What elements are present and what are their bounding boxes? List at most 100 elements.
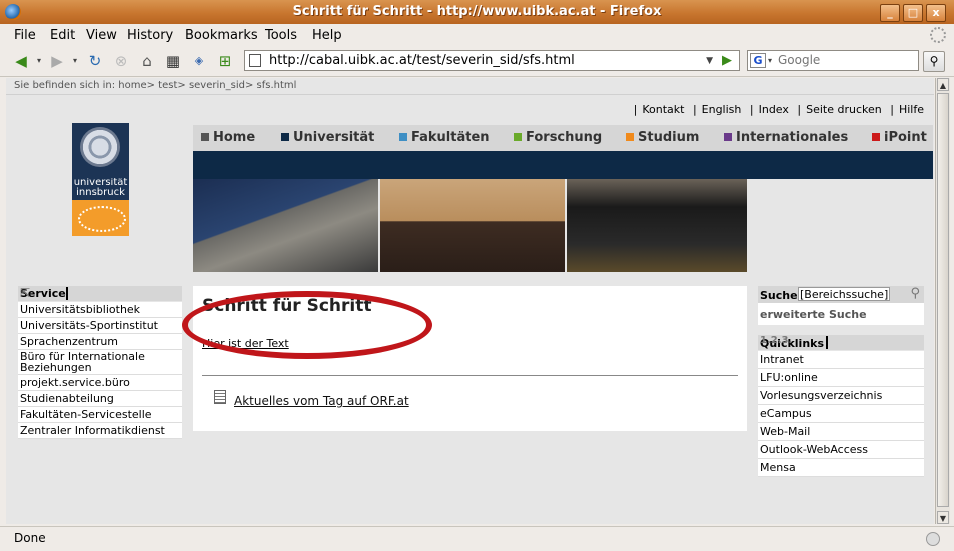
- search-label: Suche: [760, 289, 798, 302]
- tag-icon[interactable]: ◈: [190, 52, 208, 70]
- firefox-window: Schritt für Schritt - http://www.uibk.ac…: [0, 0, 954, 551]
- security-icon: [926, 532, 940, 546]
- menu-bookmarks[interactable]: Bookmarks: [185, 28, 258, 43]
- logo-seal-area: [72, 123, 129, 178]
- toplink-help[interactable]: Hilfe: [899, 103, 924, 116]
- throbber-icon: [930, 27, 946, 43]
- nav-universitaet[interactable]: Universität: [281, 130, 374, 145]
- toplink-print[interactable]: Seite drucken: [806, 103, 882, 116]
- magnifier-icon: ⚲: [929, 54, 939, 68]
- nav-label: Forschung: [526, 130, 603, 145]
- service-item[interactable]: Universitätsbibliothek: [18, 302, 182, 318]
- toplink-kontakt[interactable]: Kontakt: [642, 103, 684, 116]
- logo-ornament: [72, 200, 129, 236]
- nav-home[interactable]: Home: [201, 130, 255, 145]
- nav-fakultaeten[interactable]: Fakultäten: [399, 130, 490, 145]
- search-icon[interactable]: ⚲: [910, 286, 920, 301]
- scroll-down-icon[interactable]: ▼: [937, 511, 949, 524]
- extended-search-link[interactable]: erweiterte Suche: [760, 308, 867, 321]
- maximize-button[interactable]: □: [903, 4, 923, 22]
- menu-file[interactable]: File: [14, 28, 36, 43]
- scroll-thumb[interactable]: [937, 93, 949, 507]
- close-button[interactable]: x: [926, 4, 946, 22]
- quicklink-item[interactable]: Mensa: [758, 459, 924, 477]
- quicklinks-list: Intranet LFU:online Vorlesungsverzeichni…: [758, 351, 924, 477]
- menu-view[interactable]: View: [86, 28, 117, 43]
- separator: |: [797, 103, 802, 116]
- service-item[interactable]: Fakultäten-Servicestelle: [18, 407, 182, 423]
- square-icon: [626, 133, 634, 141]
- divider: [202, 375, 738, 376]
- nav-forschung[interactable]: Forschung: [514, 130, 602, 145]
- quicklink-item[interactable]: Vorlesungsverzeichnis: [758, 387, 924, 405]
- page-favicon-icon: [249, 54, 261, 67]
- grid-icon[interactable]: ▦: [164, 52, 182, 70]
- square-icon: [514, 133, 522, 141]
- engine-dropdown-icon[interactable]: ▾: [768, 56, 772, 65]
- url-history-dropdown-icon[interactable]: ▼: [706, 56, 713, 66]
- quicklinks-header: Quicklinks 1.2.3.: [758, 335, 924, 350]
- extended-search[interactable]: erweiterte Suche: [758, 303, 924, 325]
- nav-internationales[interactable]: Internationales: [724, 130, 848, 145]
- stop-icon[interactable]: ⊗: [112, 52, 130, 70]
- nav-label: iPoint: [884, 130, 927, 145]
- square-icon: [201, 133, 209, 141]
- service-item[interactable]: Studienabteilung: [18, 391, 182, 407]
- service-item[interactable]: Universitäts-Sportinstitut: [18, 318, 182, 334]
- nav-band: [193, 151, 933, 179]
- url-text[interactable]: http://cabal.uibk.ac.at/test/severin_sid…: [269, 53, 575, 68]
- separator: |: [692, 103, 697, 116]
- document-icon: [214, 390, 226, 404]
- back-icon[interactable]: ◀: [12, 52, 30, 70]
- service-item[interactable]: Sprachenzentrum: [18, 334, 182, 350]
- service-item[interactable]: projekt.service.büro: [18, 375, 182, 391]
- logo-text: universität innsbruck: [72, 177, 129, 200]
- forward-icon[interactable]: ▶: [48, 52, 66, 70]
- vertical-scrollbar[interactable]: ▲ ▼: [935, 78, 950, 524]
- back-dropdown-icon[interactable]: ▾: [30, 52, 48, 70]
- web-search-input[interactable]: [778, 52, 914, 68]
- home-icon[interactable]: ⌂: [138, 52, 156, 70]
- menu-bar: File Edit View History Bookmarks Tools H…: [0, 24, 954, 46]
- page-viewport: Sie befinden sich in: home> test> severi…: [6, 78, 934, 524]
- quicklink-item[interactable]: Outlook-WebAccess: [758, 441, 924, 459]
- quicklink-item[interactable]: eCampus: [758, 405, 924, 423]
- google-engine-icon[interactable]: G: [750, 53, 766, 68]
- search-go-button[interactable]: ⚲: [923, 51, 945, 72]
- steps-icon: 1.2.3.: [760, 335, 793, 346]
- minimize-button[interactable]: _: [880, 4, 900, 22]
- divider: [6, 94, 934, 95]
- status-text: Done: [14, 531, 46, 545]
- service-item[interactable]: Zentraler Informatikdienst: [18, 423, 182, 439]
- nav-studium[interactable]: Studium: [626, 130, 699, 145]
- add-page-icon[interactable]: ⊞: [216, 52, 234, 70]
- reload-icon[interactable]: ↻: [86, 52, 104, 70]
- search-bar[interactable]: G ▾: [747, 50, 919, 71]
- collapse-arrow-icon[interactable]: ⇱: [20, 286, 178, 300]
- building-photo: [193, 179, 378, 272]
- menu-history[interactable]: History: [127, 28, 173, 43]
- nav-ipoint[interactable]: iPoint: [872, 130, 927, 145]
- status-bar: Done: [0, 526, 954, 551]
- scroll-up-icon[interactable]: ▲: [937, 78, 949, 91]
- url-bar[interactable]: http://cabal.uibk.ac.at/test/severin_sid…: [244, 50, 740, 71]
- toplink-index[interactable]: Index: [759, 103, 789, 116]
- section-search-input[interactable]: [798, 287, 890, 301]
- go-icon[interactable]: ▶: [719, 52, 735, 69]
- quicklink-item[interactable]: Intranet: [758, 351, 924, 369]
- square-icon: [872, 133, 880, 141]
- square-icon: [281, 133, 289, 141]
- university-logo[interactable]: universität innsbruck: [72, 123, 129, 236]
- menu-edit[interactable]: Edit: [50, 28, 75, 43]
- main-navigation: Home Universität Fakultäten Forschung St…: [193, 125, 933, 151]
- menu-help[interactable]: Help: [312, 28, 342, 43]
- quicklink-item[interactable]: LFU:online: [758, 369, 924, 387]
- quicklink-item[interactable]: Web-Mail: [758, 423, 924, 441]
- navigation-toolbar: ◀ ▾ ▶ ▾ ↻ ⊗ ⌂ ▦ ◈ ⊞ http://cabal.uibk.ac…: [0, 46, 954, 77]
- orf-news-link[interactable]: Aktuelles vom Tag auf ORF.at: [234, 394, 409, 408]
- menu-tools[interactable]: Tools: [265, 28, 297, 43]
- seal-icon: [80, 127, 120, 167]
- service-item[interactable]: Büro für Internationale Beziehungen: [18, 350, 182, 375]
- toplink-english[interactable]: English: [702, 103, 742, 116]
- forward-dropdown-icon[interactable]: ▾: [66, 52, 84, 70]
